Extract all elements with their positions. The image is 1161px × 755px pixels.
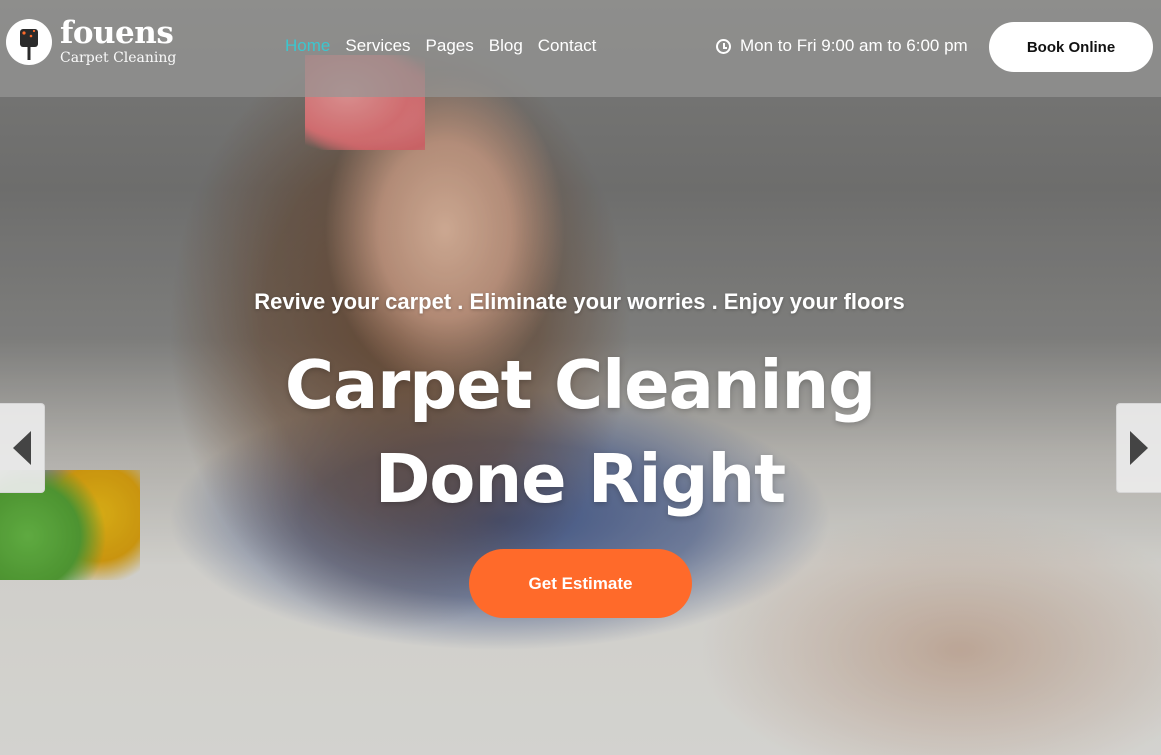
brand-subtitle: Carpet Cleaning	[60, 50, 177, 66]
book-online-button[interactable]: Book Online	[989, 22, 1153, 72]
nav-contact[interactable]: Contact	[538, 36, 597, 56]
hero-headline-line-2: Done Right	[374, 440, 786, 518]
nav-services[interactable]: Services	[345, 36, 410, 56]
site-logo[interactable]: fouens Carpet Cleaning	[6, 18, 176, 65]
clock-icon	[716, 38, 731, 54]
slider-prev-button[interactable]	[0, 403, 45, 493]
chevron-left-icon	[13, 431, 31, 465]
hero-headline: Carpet Cleaning Done Right	[200, 338, 960, 526]
hero-tagline: Revive your carpet . Eliminate your worr…	[254, 289, 905, 314]
business-hours-text: Mon to Fri 9:00 am to 6:00 pm	[740, 36, 968, 55]
nav-home[interactable]: Home	[285, 36, 330, 56]
main-nav: Home Services Pages Blog Contact	[285, 36, 596, 56]
hero-headline-line-1: Carpet Cleaning	[284, 346, 876, 424]
nav-pages[interactable]: Pages	[426, 36, 474, 56]
vacuum-brush-icon	[6, 18, 52, 65]
get-estimate-button[interactable]: Get Estimate	[469, 549, 692, 618]
business-hours: Mon to Fri 9:00 am to 6:00 pm	[716, 36, 968, 56]
nav-blog[interactable]: Blog	[489, 36, 523, 56]
slider-next-button[interactable]	[1116, 403, 1161, 493]
brand-name: fouens	[60, 15, 174, 51]
site-header: fouens Carpet Cleaning Home Services Pag…	[0, 0, 1161, 97]
chevron-right-icon	[1130, 431, 1148, 465]
